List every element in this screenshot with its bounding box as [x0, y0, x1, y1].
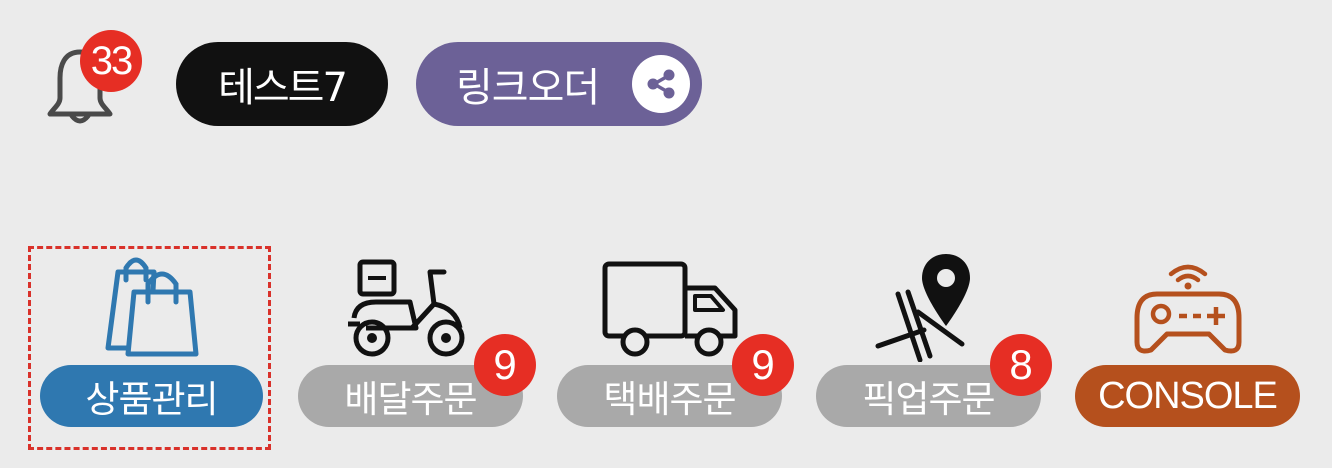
menu-text-console: CONSOLE [1098, 374, 1278, 417]
menu-text-product: 상품관리 [85, 378, 218, 421]
menu-text-delivery: 배달주문 [344, 378, 477, 421]
menu-label-console: CONSOLE [1075, 365, 1300, 427]
store-name-label: 테스트7 [218, 65, 348, 111]
link-order-label: 링크오더 [456, 65, 600, 111]
delivery-truck-icon [602, 261, 738, 357]
menu-text-pickup: 픽업주문 [862, 378, 995, 421]
share-icon [632, 55, 690, 113]
game-controller-icon [1134, 264, 1242, 354]
menu-label-product: 상품관리 [40, 365, 263, 427]
map-pin-icon [875, 254, 970, 362]
delivery-scooter-icon [348, 259, 465, 357]
notification-count-badge: 33 [80, 30, 142, 92]
menu-item-product-management[interactable]: 상품관리 [40, 250, 263, 430]
store-name-button[interactable]: 테스트7 [176, 42, 388, 126]
delivery-count-badge: 9 [474, 334, 536, 396]
pickup-count-badge: 8 [990, 334, 1052, 396]
shopping-bags-icon [105, 257, 199, 357]
menu-item-console[interactable]: CONSOLE [1075, 250, 1300, 430]
menu-text-parcel: 택배주문 [603, 378, 736, 421]
link-order-button[interactable]: 링크오더 [416, 42, 702, 126]
parcel-count-badge: 9 [732, 334, 794, 396]
